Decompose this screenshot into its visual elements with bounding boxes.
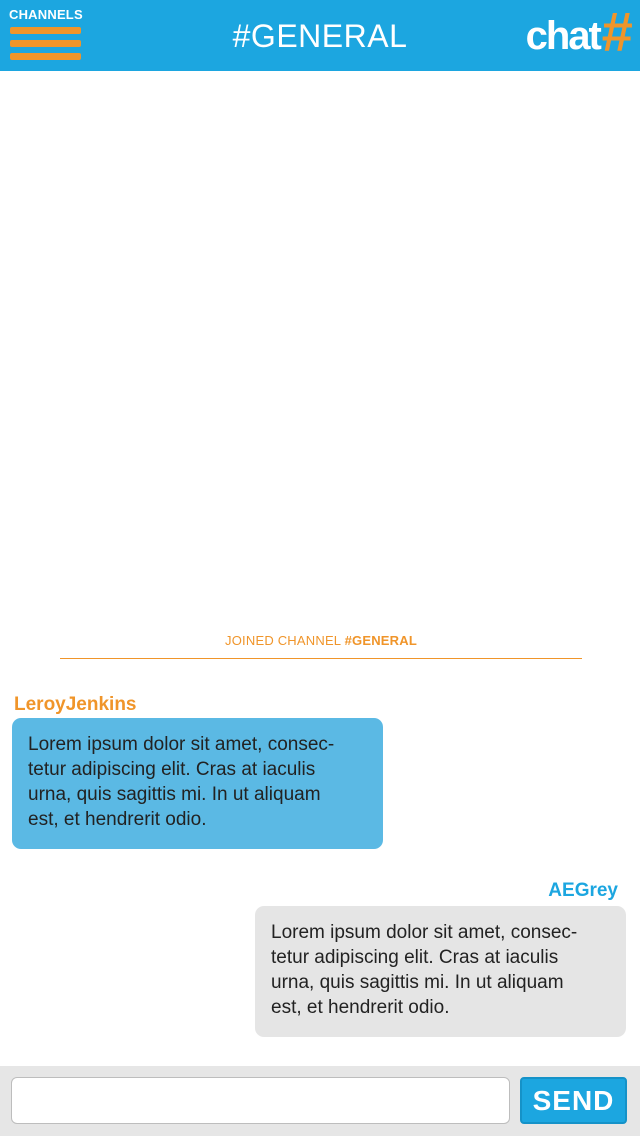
message-text-line: urna, quis sagittis mi. In ut aliquam xyxy=(28,784,321,805)
logo-text: chat xyxy=(525,14,602,58)
app-header: CHANNELS #GENERAL chat # xyxy=(0,0,640,71)
message-composer: SEND xyxy=(0,1066,640,1136)
outgoing-message-bubble: Lorem ipsum dolor sit amet, consec- tetu… xyxy=(255,906,626,1037)
joined-channel-name: #GENERAL xyxy=(344,633,417,648)
message-text-line: est, et hendrerit odio. xyxy=(271,997,450,1018)
send-button[interactable]: SEND xyxy=(520,1077,627,1124)
app-logo: chat # xyxy=(526,4,632,60)
message-text-line: urna, quis sagittis mi. In ut aliquam xyxy=(271,972,564,993)
message-text-line: tetur adipiscing elit. Cras at iaculis xyxy=(271,947,559,968)
joined-channel-notice: JOINED CHANNEL #GENERAL xyxy=(60,633,582,648)
incoming-message-bubble: Lorem ipsum dolor sit amet, consec- tetu… xyxy=(12,718,383,849)
message-text-line: tetur adipiscing elit. Cras at iaculis xyxy=(28,759,316,780)
message-text-line: Lorem ipsum dolor sit amet, consec- xyxy=(28,734,335,755)
message-username[interactable]: LeroyJenkins xyxy=(14,694,137,716)
joined-channel-text: JOINED CHANNEL xyxy=(225,633,341,648)
message-text-line: Lorem ipsum dolor sit amet, consec- xyxy=(271,922,578,943)
system-divider xyxy=(60,658,582,659)
message-username[interactable]: AEGrey xyxy=(548,880,618,902)
message-input[interactable] xyxy=(11,1077,510,1124)
logo-hash-icon: # xyxy=(600,0,632,63)
message-text-line: est, et hendrerit odio. xyxy=(28,809,207,830)
